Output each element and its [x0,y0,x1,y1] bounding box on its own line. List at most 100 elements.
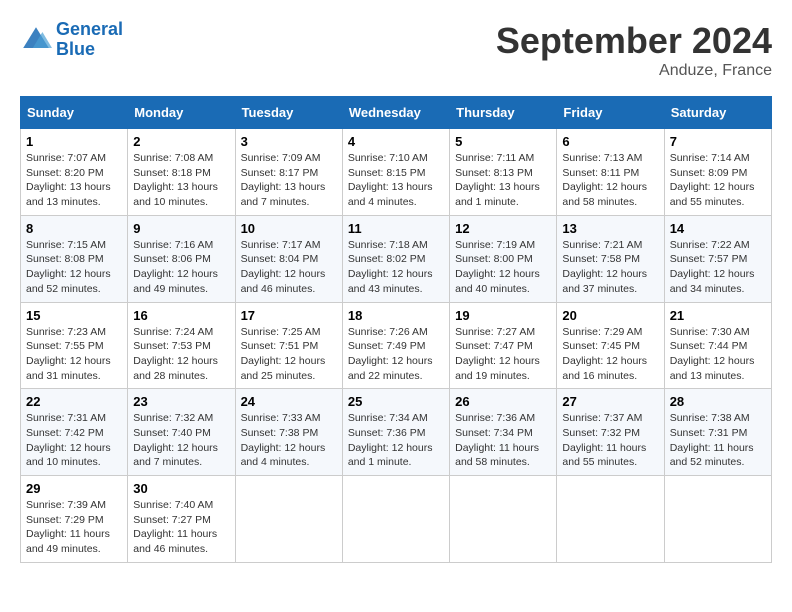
weekday-header-friday: Friday [557,97,664,129]
calendar-cell [342,476,449,563]
calendar-cell: 23 Sunrise: 7:32 AM Sunset: 7:40 PM Dayli… [128,389,235,476]
day-info: Sunrise: 7:34 AM Sunset: 7:36 PM Dayligh… [348,411,444,470]
day-number: 30 [133,481,229,496]
calendar-cell: 22Sunrise: 7:31 AM Sunset: 7:42 PM Dayli… [21,389,128,476]
day-info: Sunrise: 7:18 AM Sunset: 8:02 PM Dayligh… [348,238,444,297]
day-info: Sunrise: 7:14 AM Sunset: 8:09 PM Dayligh… [670,151,766,210]
day-number: 29 [26,481,122,496]
day-number: 4 [348,134,444,149]
calendar-cell: 3Sunrise: 7:09 AM Sunset: 8:17 PM Daylig… [235,129,342,216]
calendar-cell: 6 Sunrise: 7:13 AM Sunset: 8:11 PM Daylig… [557,129,664,216]
day-info: Sunrise: 7:22 AM Sunset: 7:57 PM Dayligh… [670,238,766,297]
day-number: 13 [562,221,658,236]
day-info: Sunrise: 7:27 AM Sunset: 7:47 PM Dayligh… [455,325,551,384]
day-info: Sunrise: 7:26 AM Sunset: 7:49 PM Dayligh… [348,325,444,384]
calendar-cell: 15 Sunrise: 7:23 AM Sunset: 7:55 PM Dayli… [21,302,128,389]
month-title: September 2024 [496,20,772,62]
day-number: 26 [455,394,551,409]
calendar-cell: 5Sunrise: 7:11 AM Sunset: 8:13 PM Daylig… [450,129,557,216]
day-info: Sunrise: 7:15 AM Sunset: 8:08 PM Dayligh… [26,238,122,297]
calendar-cell: 10Sunrise: 7:17 AM Sunset: 8:04 PM Dayli… [235,215,342,302]
calendar-cell: 7 Sunrise: 7:14 AM Sunset: 8:09 PM Daylig… [664,129,771,216]
calendar-cell: 30 Sunrise: 7:40 AM Sunset: 7:27 PM Dayli… [128,476,235,563]
day-number: 6 [562,134,658,149]
day-number: 18 [348,308,444,323]
calendar-week-row: 29 Sunrise: 7:39 AM Sunset: 7:29 PM Dayli… [21,476,772,563]
calendar-cell: 24Sunrise: 7:33 AM Sunset: 7:38 PM Dayli… [235,389,342,476]
weekday-header-saturday: Saturday [664,97,771,129]
calendar-cell [557,476,664,563]
day-info: Sunrise: 7:39 AM Sunset: 7:29 PM Dayligh… [26,498,122,557]
page-header: General Blue September 2024 Anduze, Fran… [20,20,772,80]
day-info: Sunrise: 7:13 AM Sunset: 8:11 PM Dayligh… [562,151,658,210]
calendar-cell: 11 Sunrise: 7:18 AM Sunset: 8:02 PM Dayli… [342,215,449,302]
calendar-cell: 21 Sunrise: 7:30 AM Sunset: 7:44 PM Dayli… [664,302,771,389]
calendar-cell [664,476,771,563]
calendar-cell: 4 Sunrise: 7:10 AM Sunset: 8:15 PM Daylig… [342,129,449,216]
weekday-header-thursday: Thursday [450,97,557,129]
weekday-header-wednesday: Wednesday [342,97,449,129]
weekday-header-sunday: Sunday [21,97,128,129]
day-info: Sunrise: 7:21 AM Sunset: 7:58 PM Dayligh… [562,238,658,297]
day-number: 20 [562,308,658,323]
calendar-cell: 12 Sunrise: 7:19 AM Sunset: 8:00 PM Dayli… [450,215,557,302]
day-info: Sunrise: 7:40 AM Sunset: 7:27 PM Dayligh… [133,498,229,557]
calendar-cell: 25 Sunrise: 7:34 AM Sunset: 7:36 PM Dayli… [342,389,449,476]
weekday-header-monday: Monday [128,97,235,129]
day-info: Sunrise: 7:17 AM Sunset: 8:04 PM Dayligh… [241,238,337,297]
calendar-cell: 2 Sunrise: 7:08 AM Sunset: 8:18 PM Daylig… [128,129,235,216]
day-info: Sunrise: 7:16 AM Sunset: 8:06 PM Dayligh… [133,238,229,297]
day-number: 3 [241,134,337,149]
calendar-cell: 17 Sunrise: 7:25 AM Sunset: 7:51 PM Dayli… [235,302,342,389]
day-info: Sunrise: 7:29 AM Sunset: 7:45 PM Dayligh… [562,325,658,384]
day-number: 19 [455,308,551,323]
calendar-cell: 1 Sunrise: 7:07 AM Sunset: 8:20 PM Daylig… [21,129,128,216]
calendar-cell: 9 Sunrise: 7:16 AM Sunset: 8:06 PM Daylig… [128,215,235,302]
calendar-week-row: 8 Sunrise: 7:15 AM Sunset: 8:08 PM Daylig… [21,215,772,302]
day-info: Sunrise: 7:07 AM Sunset: 8:20 PM Dayligh… [26,151,122,210]
day-number: 23 [133,394,229,409]
day-info: Sunrise: 7:33 AM Sunset: 7:38 PM Dayligh… [241,411,337,470]
day-number: 8 [26,221,122,236]
day-info: Sunrise: 7:36 AM Sunset: 7:34 PM Dayligh… [455,411,551,470]
day-number: 17 [241,308,337,323]
calendar-cell: 13 Sunrise: 7:21 AM Sunset: 7:58 PM Dayli… [557,215,664,302]
day-number: 11 [348,221,444,236]
day-number: 15 [26,308,122,323]
logo-icon [20,24,52,56]
day-number: 9 [133,221,229,236]
day-number: 28 [670,394,766,409]
weekday-header-row: SundayMondayTuesdayWednesdayThursdayFrid… [21,97,772,129]
calendar-cell: 29 Sunrise: 7:39 AM Sunset: 7:29 PM Dayli… [21,476,128,563]
day-number: 1 [26,134,122,149]
day-info: Sunrise: 7:08 AM Sunset: 8:18 PM Dayligh… [133,151,229,210]
calendar-table: SundayMondayTuesdayWednesdayThursdayFrid… [20,96,772,563]
day-info: Sunrise: 7:10 AM Sunset: 8:15 PM Dayligh… [348,151,444,210]
weekday-header-tuesday: Tuesday [235,97,342,129]
day-number: 7 [670,134,766,149]
calendar-week-row: 1 Sunrise: 7:07 AM Sunset: 8:20 PM Daylig… [21,129,772,216]
day-info: Sunrise: 7:38 AM Sunset: 7:31 PM Dayligh… [670,411,766,470]
calendar-week-row: 22Sunrise: 7:31 AM Sunset: 7:42 PM Dayli… [21,389,772,476]
day-info: Sunrise: 7:31 AM Sunset: 7:42 PM Dayligh… [26,411,122,470]
day-number: 12 [455,221,551,236]
logo: General Blue [20,20,123,60]
day-number: 25 [348,394,444,409]
calendar-cell: 26 Sunrise: 7:36 AM Sunset: 7:34 PM Dayli… [450,389,557,476]
day-number: 21 [670,308,766,323]
calendar-cell: 27 Sunrise: 7:37 AM Sunset: 7:32 PM Dayli… [557,389,664,476]
day-info: Sunrise: 7:32 AM Sunset: 7:40 PM Dayligh… [133,411,229,470]
day-info: Sunrise: 7:30 AM Sunset: 7:44 PM Dayligh… [670,325,766,384]
calendar-cell: 28 Sunrise: 7:38 AM Sunset: 7:31 PM Dayli… [664,389,771,476]
calendar-cell: 16Sunrise: 7:24 AM Sunset: 7:53 PM Dayli… [128,302,235,389]
day-number: 2 [133,134,229,149]
day-info: Sunrise: 7:24 AM Sunset: 7:53 PM Dayligh… [133,325,229,384]
day-info: Sunrise: 7:19 AM Sunset: 8:00 PM Dayligh… [455,238,551,297]
calendar-cell: 20 Sunrise: 7:29 AM Sunset: 7:45 PM Dayli… [557,302,664,389]
calendar-cell [450,476,557,563]
day-info: Sunrise: 7:37 AM Sunset: 7:32 PM Dayligh… [562,411,658,470]
day-number: 27 [562,394,658,409]
day-info: Sunrise: 7:23 AM Sunset: 7:55 PM Dayligh… [26,325,122,384]
day-info: Sunrise: 7:25 AM Sunset: 7:51 PM Dayligh… [241,325,337,384]
calendar-cell: 8 Sunrise: 7:15 AM Sunset: 8:08 PM Daylig… [21,215,128,302]
